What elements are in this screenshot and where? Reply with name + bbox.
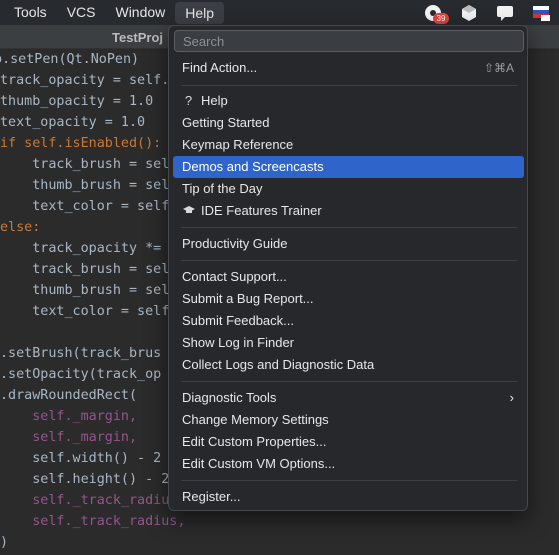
menu-item-change-memory-settings[interactable]: Change Memory Settings	[173, 409, 524, 431]
menu-item-edit-custom-properties[interactable]: Edit Custom Properties...	[173, 431, 524, 453]
code-line: p.setPen(Qt.NoPen)	[0, 52, 140, 67]
code-line: self.height() - 2	[0, 472, 170, 487]
menu-item-find-action[interactable]: Find Action... ⇧⌘A	[173, 57, 524, 79]
macos-menu-bar: Tools VCS Window Help 39	[0, 0, 559, 25]
menu-separator	[181, 381, 517, 382]
code-line: thumb_brush = sel	[0, 178, 170, 193]
code-line: self._margin,	[0, 430, 138, 445]
menu-item-demos-and-screencasts[interactable]: Demos and Screencasts	[173, 156, 524, 178]
code-line: self._margin,	[0, 409, 138, 424]
code-line: thumb_opacity = 1.0	[0, 94, 154, 109]
code-line: else:	[0, 220, 41, 235]
status-tray: 39	[423, 0, 551, 25]
search-input[interactable]	[174, 30, 524, 52]
code-line: thumb_brush = sel	[0, 283, 170, 298]
menu-help[interactable]: Help	[175, 2, 225, 24]
code-line: self._track_radius,	[0, 514, 186, 529]
code-line: self._track_radiu	[0, 493, 170, 508]
code-line: track_brush = sel	[0, 262, 170, 277]
menu-item-collect-logs[interactable]: Collect Logs and Diagnostic Data	[173, 354, 524, 376]
code-line: self.width() - 2	[0, 451, 162, 466]
code-line: .drawRoundedRect(	[0, 388, 138, 403]
code-line: )	[0, 535, 9, 550]
menu-item-keymap-reference[interactable]: Keymap Reference	[173, 134, 524, 156]
menu-item-diagnostic-tools[interactable]: Diagnostic Tools ›	[173, 387, 524, 409]
menu-item-getting-started[interactable]: Getting Started	[173, 112, 524, 134]
menu-item-tip-of-the-day[interactable]: Tip of the Day	[173, 178, 524, 200]
code-line: text_color = self	[0, 304, 170, 319]
graduation-cap-icon	[182, 200, 195, 222]
message-icon[interactable]	[495, 3, 515, 23]
menu-item-contact-support[interactable]: Contact Support...	[173, 266, 524, 288]
menu-item-show-log-in-finder[interactable]: Show Log in Finder	[173, 332, 524, 354]
menu-item-help[interactable]: ? Help	[173, 90, 524, 112]
menu-item-edit-custom-vm-options[interactable]: Edit Custom VM Options...	[173, 453, 524, 475]
code-line: .setBrush(track_brus	[0, 346, 162, 361]
menu-separator	[181, 85, 517, 86]
menu-item-register[interactable]: Register...	[173, 486, 524, 508]
menu-window[interactable]: Window	[105, 0, 175, 25]
help-menu-dropdown: Find Action... ⇧⌘A ?Help Getting Started…	[168, 25, 528, 511]
shortcut-label: ⇧⌘A	[483, 61, 514, 75]
menu-item-submit-feedback[interactable]: Submit Feedback...	[173, 310, 524, 332]
menu-vcs[interactable]: VCS	[57, 0, 106, 25]
chevron-right-icon: ›	[509, 390, 514, 405]
notification-badge: 39	[433, 12, 449, 24]
notification-app-icon[interactable]: 39	[423, 3, 449, 24]
code-line: track_opacity = self.	[0, 73, 170, 88]
box-icon[interactable]	[459, 3, 479, 23]
question-mark-icon: ?	[184, 93, 193, 108]
code-line: .setOpacity(track_op	[0, 367, 162, 382]
menu-item-ide-features-trainer[interactable]: IDE Features Trainer	[173, 200, 524, 222]
menu-item-productivity-guide[interactable]: Productivity Guide	[173, 233, 524, 255]
keyboard-layout-flag-icon[interactable]	[531, 3, 551, 23]
code-line: text_opacity = 1.0	[0, 115, 146, 130]
code-line: track_opacity *=	[0, 241, 162, 256]
menu-separator	[181, 480, 517, 481]
menu-tools[interactable]: Tools	[0, 0, 57, 25]
menu-item-submit-bug-report[interactable]: Submit a Bug Report...	[173, 288, 524, 310]
project-title: TestProj	[112, 30, 164, 45]
code-line: if self.isEnabled():	[0, 136, 162, 151]
menu-separator	[181, 227, 517, 228]
code-line: track_brush = sel	[0, 157, 170, 172]
menu-separator	[181, 260, 517, 261]
code-line: text_color = self	[0, 199, 170, 214]
